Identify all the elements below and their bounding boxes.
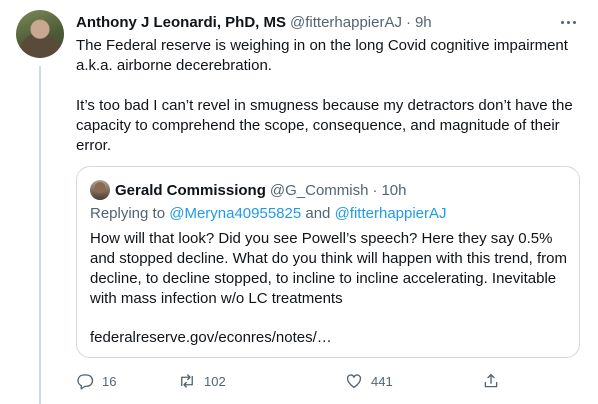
quoted-tweet-time: 10h — [381, 181, 407, 199]
replying-prefix: Replying to — [90, 205, 170, 222]
tweet-text: The Federal reserve is weighing in on th… — [76, 36, 576, 156]
author-name[interactable]: Anthony J Leonardi, PhD, MS — [76, 14, 286, 31]
replying-to: Replying to @Meryna40955825 and @fitterh… — [90, 205, 447, 222]
separator-dot: · — [405, 13, 411, 31]
quoted-author-name: Gerald Commissiong — [115, 181, 266, 199]
tweet-time[interactable]: 9h — [415, 14, 432, 31]
tweet-paragraph-1: The Federal reserve is weighing in on th… — [76, 37, 568, 74]
reply-button[interactable]: 16 — [76, 372, 116, 390]
author-handle[interactable]: @fitterhappierAJ — [290, 14, 402, 31]
quoted-tweet-link[interactable]: federalreserve.gov/econres/notes/… — [90, 329, 332, 346]
quoted-tweet-header: Gerald Commissiong @G_Commish · 10h — [115, 180, 406, 200]
retweet-button[interactable]: 102 — [178, 372, 226, 390]
tweet-paragraph-2: It’s too bad I can’t revel in smugness b… — [76, 97, 573, 154]
reply-count: 16 — [102, 373, 117, 389]
replying-user-link-1[interactable]: @Meryna40955825 — [169, 205, 301, 222]
retweet-count: 102 — [204, 373, 226, 389]
tweet-actions: 16 102 441 — [76, 372, 506, 394]
more-icon[interactable] — [556, 12, 580, 32]
quoted-tweet[interactable]: Gerald Commissiong @G_Commish · 10h Repl… — [76, 166, 580, 358]
quoted-author-handle: @G_Commish — [269, 181, 369, 199]
heart-icon — [345, 372, 363, 390]
share-icon — [482, 372, 500, 390]
like-count: 441 — [371, 373, 393, 389]
quoted-author-avatar — [90, 180, 110, 200]
share-button[interactable] — [482, 372, 500, 390]
retweet-icon — [178, 372, 196, 390]
replying-and: and — [301, 205, 335, 222]
replying-user-link-2[interactable]: @fitterhappierAJ — [335, 205, 447, 222]
reply-icon — [76, 372, 94, 390]
quoted-tweet-text: How will that look? Did you see Powell’s… — [90, 229, 570, 309]
like-button[interactable]: 441 — [345, 372, 393, 390]
quoted-separator-dot: · — [372, 181, 378, 199]
thread-line — [39, 66, 41, 404]
tweet-header: Anthony J Leonardi, PhD, MS @fitterhappi… — [76, 12, 432, 32]
author-avatar[interactable] — [16, 10, 64, 58]
quoted-tweet-body: How will that look? Did you see Powell’s… — [90, 230, 567, 307]
